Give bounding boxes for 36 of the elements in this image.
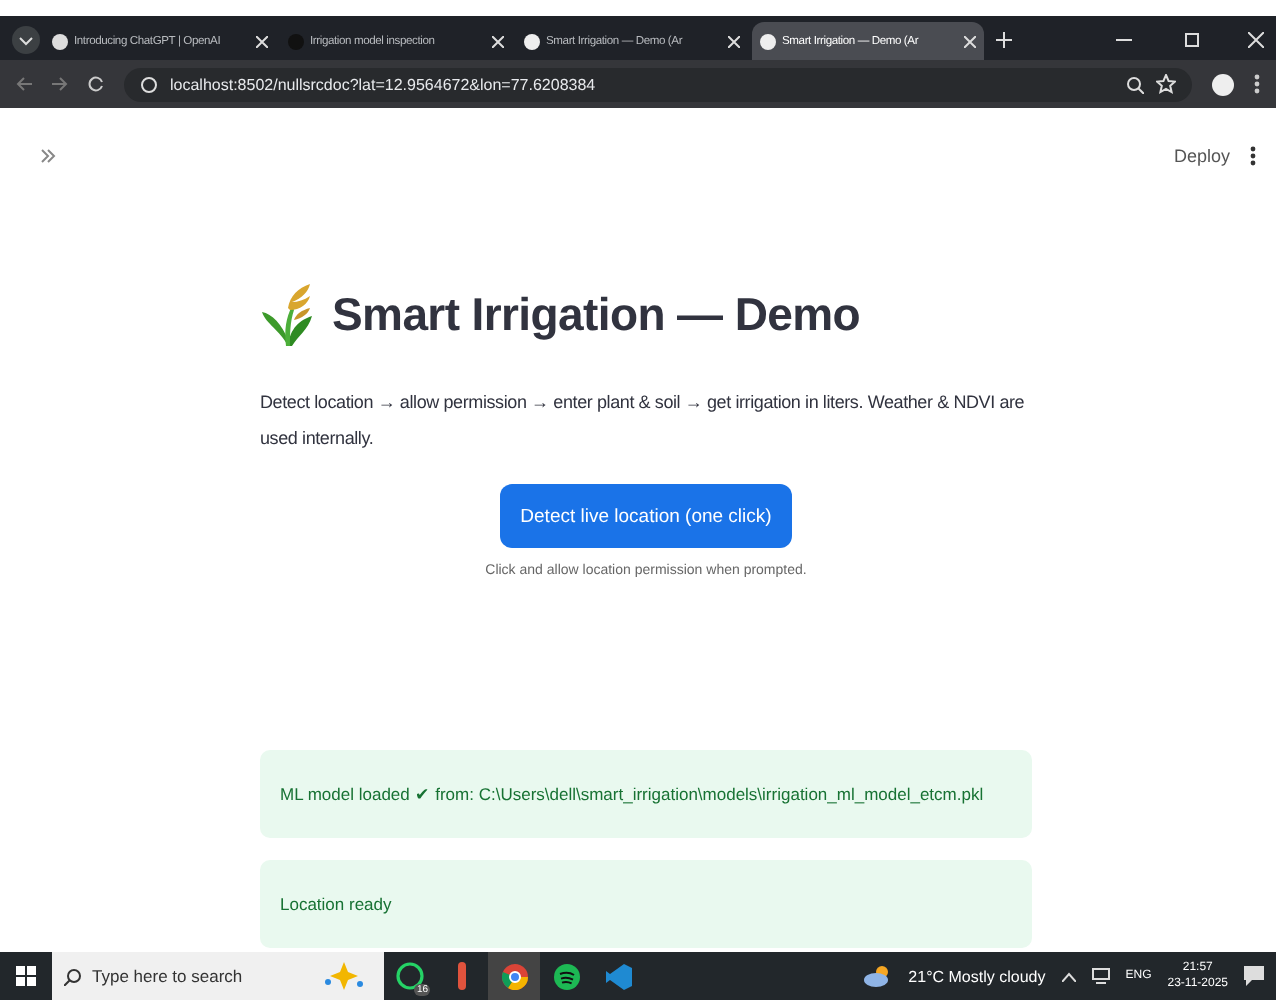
caret-icon[interactable] [1061, 971, 1076, 981]
more-icon[interactable] [1254, 74, 1260, 94]
reload-icon[interactable] [88, 76, 104, 92]
success-alert: Location ready [260, 860, 1032, 948]
description-text: Detect location → allow permission → enter plant & soil → get irrigation in liters. Weather & NDVI are used internally. [260, 390, 1027, 452]
address-bar[interactable]: localhost:8502/nullsrcdoc?lat=12.9564672&lon=77.6208384 [124, 67, 1192, 101]
deploy-button[interactable]: Deploy [1173, 146, 1230, 166]
forward-icon[interactable] [52, 76, 68, 92]
expand-sidebar-icon[interactable] [40, 148, 56, 164]
browser-icon[interactable] [488, 952, 540, 1000]
profile-icon[interactable] [1212, 73, 1234, 95]
close-icon[interactable] [964, 35, 976, 47]
tab-menu-icon[interactable] [12, 26, 40, 54]
close-icon[interactable] [492, 35, 504, 47]
close-icon[interactable] [256, 35, 268, 47]
rice-plant-icon [260, 280, 316, 348]
more-icon[interactable] [1250, 146, 1256, 166]
favicon-icon [52, 33, 68, 49]
weather-text[interactable]: 21°C Mostly cloudy [908, 967, 1046, 985]
page-title: Smart Irrigation — Demo [332, 287, 861, 341]
back-icon[interactable] [16, 76, 32, 92]
notifications-icon[interactable] [1244, 966, 1264, 986]
taskbar-search-field[interactable]: Type here to search [52, 952, 304, 1000]
restore-icon[interactable] [1184, 32, 1200, 48]
close-icon[interactable] [1248, 32, 1264, 48]
network-icon[interactable] [1091, 968, 1110, 984]
search-icon [64, 967, 82, 985]
favicon-icon [760, 33, 776, 49]
new-tab-icon[interactable] [996, 32, 1012, 48]
chat-app-icon[interactable] [396, 962, 424, 990]
favicon-icon [288, 33, 304, 49]
detect-location-button[interactable]: Detect live location (one click) [500, 484, 792, 548]
success-alert: ML model loaded ✔ from: C:\Users\dell\smart_irrigation\models\irrigation_ml_model_etcm.pkl [260, 750, 1032, 838]
favicon-icon [524, 33, 540, 49]
weather-icon[interactable] [864, 964, 893, 988]
close-icon[interactable] [728, 35, 740, 47]
